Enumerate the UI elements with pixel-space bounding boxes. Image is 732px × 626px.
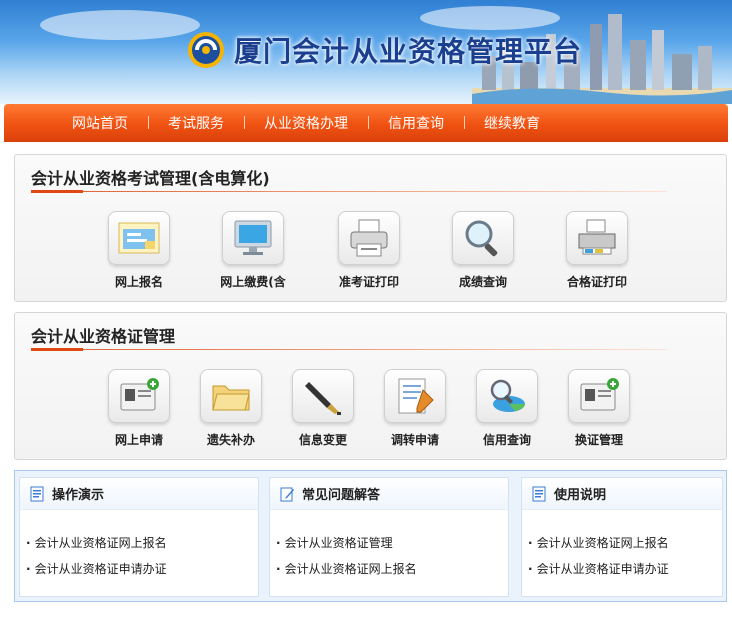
color-printer-icon xyxy=(566,211,628,265)
document-icon xyxy=(532,486,546,501)
info-link[interactable]: 会计从业资格证网上报名 xyxy=(276,556,508,582)
edit-icon xyxy=(280,487,294,501)
nav-item-continuing-education[interactable]: 继续教育 xyxy=(464,113,560,133)
magnifier-icon xyxy=(452,211,514,265)
tile-label: 成绩查询 xyxy=(458,275,507,289)
header-banner: 厦门会计从业资格管理平台 xyxy=(0,0,732,104)
tile-label: 信息变更 xyxy=(298,433,347,447)
info-link[interactable]: 会计从业资格证管理 xyxy=(276,530,508,556)
tile-label: 换证管理 xyxy=(574,433,623,447)
document-icon xyxy=(30,486,44,501)
nav-item-qualification[interactable]: 从业资格办理 xyxy=(244,113,368,133)
info-box-title: 常见问题解答 xyxy=(302,488,381,503)
info-list: 会计从业资格证网上报名 会计从业资格证申请办证 xyxy=(20,510,258,582)
section-title: 会计从业资格证管理 xyxy=(31,327,176,346)
add-card-icon xyxy=(568,369,630,423)
info-link[interactable]: 会计从业资格证网上报名 xyxy=(26,530,258,556)
tile-certificate-renewal[interactable]: 换证管理 xyxy=(559,369,639,448)
nav-item-exam-service[interactable]: 考试服务 xyxy=(148,113,244,133)
info-box-header: 操作演示 xyxy=(20,478,258,510)
certificate-management-section: 会计从业资格证管理 网上申请 遗失补办 信息变更 调转申请 信用查询 换证管理 xyxy=(14,312,727,460)
tile-lost-reissue[interactable]: 遗失补办 xyxy=(191,369,271,448)
tile-transfer-apply[interactable]: 调转申请 xyxy=(375,369,455,448)
info-box-header: 常见问题解答 xyxy=(270,478,508,510)
section-title: 会计从业资格考试管理(含电算化) xyxy=(31,169,270,188)
tile-label: 信用查询 xyxy=(482,433,531,447)
tile-certificate-print[interactable]: 合格证打印 xyxy=(557,211,637,290)
tile-admission-print[interactable]: 准考证打印 xyxy=(329,211,409,290)
tile-score-query[interactable]: 成绩查询 xyxy=(443,211,523,290)
exam-management-section: 会计从业资格考试管理(含电算化) 网上报名 网上缴费(含 准考证打印 成绩查询 … xyxy=(14,154,727,302)
main-nav: 网站首页 考试服务 从业资格办理 信用查询 继续教育 xyxy=(4,104,728,142)
tile-label: 网上缴费(含 xyxy=(220,275,286,289)
online-signup-icon xyxy=(108,211,170,265)
cloud xyxy=(40,10,200,40)
info-panel: 操作演示 会计从业资格证网上报名 会计从业资格证申请办证 常见问题解答 会计从业… xyxy=(14,470,727,602)
nav-item-credit-query[interactable]: 信用查询 xyxy=(368,113,464,133)
tile-info-change[interactable]: 信息变更 xyxy=(283,369,363,448)
tile-online-payment[interactable]: 网上缴费(含 xyxy=(213,211,293,290)
section-divider xyxy=(31,348,667,351)
folder-icon xyxy=(200,369,262,423)
info-box-title: 操作演示 xyxy=(52,488,105,503)
tile-label: 遗失补办 xyxy=(206,433,255,447)
search-chart-icon xyxy=(476,369,538,423)
tile-online-apply[interactable]: 网上申请 xyxy=(99,369,179,448)
site-title: 厦门会计从业资格管理平台 xyxy=(234,35,583,68)
document-edit-icon xyxy=(384,369,446,423)
fountain-pen-icon xyxy=(292,369,354,423)
info-box-faq: 常见问题解答 会计从业资格证管理 会计从业资格证网上报名 xyxy=(269,477,509,597)
info-link[interactable]: 会计从业资格证申请办证 xyxy=(26,556,258,582)
add-card-icon xyxy=(108,369,170,423)
tile-label: 调转申请 xyxy=(390,433,439,447)
info-box-instructions: 使用说明 会计从业资格证网上报名 会计从业资格证申请办证 xyxy=(521,477,723,597)
tile-label: 合格证打印 xyxy=(566,275,627,289)
site-logo-icon xyxy=(188,32,224,68)
tile-label: 准考证打印 xyxy=(338,275,399,289)
info-box-header: 使用说明 xyxy=(522,478,722,510)
info-list: 会计从业资格证网上报名 会计从业资格证申请办证 xyxy=(522,510,722,582)
info-link[interactable]: 会计从业资格证申请办证 xyxy=(528,556,722,582)
info-link[interactable]: 会计从业资格证网上报名 xyxy=(528,530,722,556)
printer-icon xyxy=(338,211,400,265)
info-box-demo: 操作演示 会计从业资格证网上报名 会计从业资格证申请办证 xyxy=(19,477,259,597)
nav-item-home[interactable]: 网站首页 xyxy=(52,113,148,133)
info-box-title: 使用说明 xyxy=(554,488,607,503)
tile-label: 网上申请 xyxy=(114,433,163,447)
tile-credit-query[interactable]: 信用查询 xyxy=(467,369,547,448)
tile-online-signup[interactable]: 网上报名 xyxy=(99,211,179,290)
section-divider xyxy=(31,190,667,193)
info-list: 会计从业资格证管理 会计从业资格证网上报名 xyxy=(270,510,508,582)
payment-monitor-icon xyxy=(222,211,284,265)
tile-label: 网上报名 xyxy=(114,275,163,289)
